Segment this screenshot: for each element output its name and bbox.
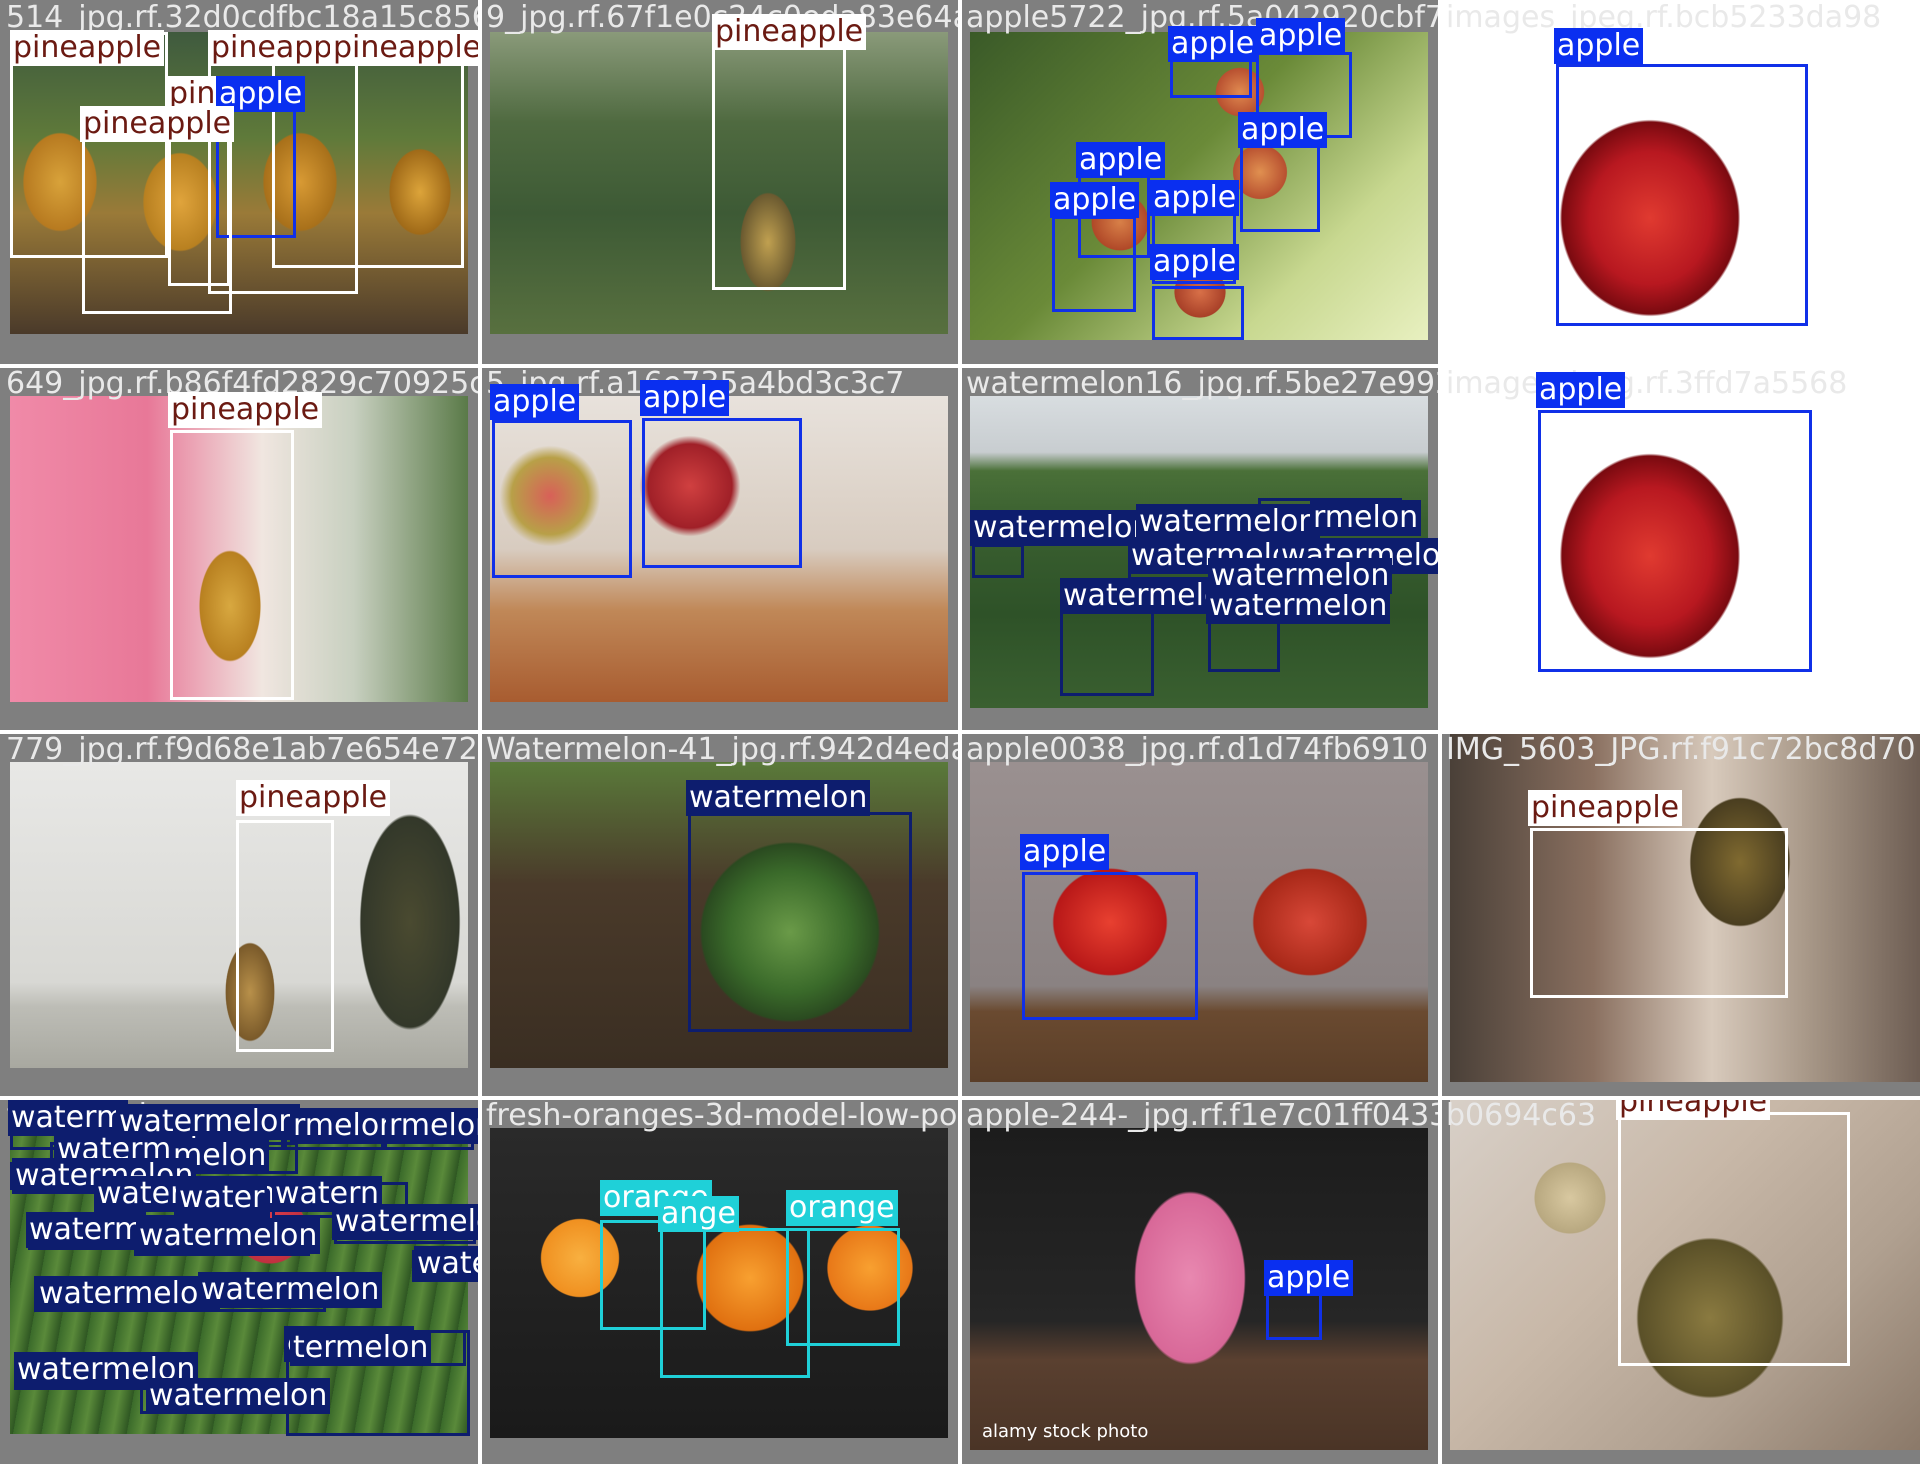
bounding-box-apple	[1022, 872, 1198, 1020]
bounding-box-pineapple	[1618, 1112, 1850, 1366]
detection-label-apple: apple	[1554, 28, 1644, 64]
bounding-box-apple	[642, 418, 802, 568]
detection-label-orange: orange	[786, 1190, 898, 1226]
tile-2: 9_jpg.rf.67f1e0c24c0eda83e64addf67pineap…	[480, 0, 960, 366]
tile-4: images_jpeg.rf.bcb5233da98 apple	[1440, 0, 1920, 366]
detection-label-watermelon: watermelon	[146, 1378, 331, 1414]
detection-label-watermelon: watermelon	[686, 780, 871, 816]
tile-1: 514_jpg.rf.32d0cdfbc18a15c856f65c24d1c7p…	[0, 0, 480, 366]
tile-11: apple0038_jpg.rf.d1d74fb6910apple	[960, 732, 1440, 1098]
detection-label-pineapple: pineapple	[80, 106, 235, 142]
tile-filename: Watermelon-41_jpg.rf.942d4eda	[486, 732, 960, 767]
detection-label-apple: apple	[1264, 1260, 1354, 1296]
detection-label-waterm: waterm	[26, 1212, 147, 1248]
bounding-box-pineapple	[1530, 828, 1788, 998]
detection-label-apple: apple	[1536, 372, 1626, 408]
detection-label-apple: apple	[1076, 142, 1166, 178]
tile-filename: images_jpeg.rf.3ffd7a5568	[1446, 366, 1848, 401]
tile-14: fresh-oranges-3d-model-low-poly orange ang…	[480, 1098, 960, 1464]
detection-label-watermelon: watermelon	[1208, 558, 1393, 594]
detection-label-pineappl: pineappl	[208, 30, 344, 66]
detection-label-water: water	[176, 1180, 268, 1216]
bounding-box-apple	[1152, 286, 1244, 340]
tile-8: images_jpeg.rf.3ffd7a5568 apple	[1440, 366, 1920, 732]
bounding-box-pineapple	[82, 116, 232, 314]
tile-filename: IMG_5603_JPG.rf.f91c72bc8d70	[1446, 732, 1916, 767]
bounding-box-pineapple	[236, 820, 334, 1052]
detection-label-rmelon: rmelon	[290, 1108, 402, 1144]
tile-15: alamy stock photo apple-244-_jpg.rf.f1e7c…	[960, 1098, 1440, 1464]
detection-label-pineapple: pineapple	[168, 392, 323, 428]
tile-filename: apple0038_jpg.rf.d1d74fb6910	[966, 732, 1429, 767]
watermark-text: alamy stock photo	[982, 1421, 1149, 1442]
tile-12: IMG_5603_JPG.rf.f91c72bc8d70 pineapple	[1440, 732, 1920, 1098]
bounding-box-apple	[492, 420, 632, 578]
tile-filename: watermelon16_jpg.rf.5be27e9926	[966, 366, 1440, 401]
bounding-box-pineapple	[272, 32, 464, 268]
detection-label-pineapple: pineapple	[1616, 1098, 1771, 1120]
tile-separator-horizontal	[0, 1096, 1920, 1100]
detection-label-pineapple: pineapple	[236, 780, 391, 816]
bounding-box-watermelon	[688, 812, 912, 1032]
bounding-box-pineapple	[712, 32, 846, 290]
detection-label-apple: apple	[1050, 182, 1140, 218]
detection-label-apple: apple	[1150, 244, 1240, 280]
detection-label-apple: apple	[640, 380, 730, 416]
bounding-box-watermelon	[972, 544, 1024, 578]
bounding-box-apple	[1538, 410, 1812, 672]
detection-label-watermelon: watermelon	[36, 1276, 221, 1312]
detection-label-rmelon: rmelon	[1310, 500, 1422, 536]
bounding-box-pineapple	[170, 430, 294, 700]
tile-filename: images_jpeg.rf.bcb5233da98	[1446, 0, 1882, 35]
detection-label-watermelon: watermelon	[970, 510, 1155, 546]
tile-3: apple5722_jpg.rf.5a042920cbf79 apple apple…	[960, 0, 1440, 366]
tile-filename: fresh-oranges-3d-model-low-poly	[486, 1098, 960, 1133]
bounding-box-orange	[786, 1228, 900, 1346]
tile-separator-horizontal	[0, 364, 1920, 368]
detection-label-watermelon: watermelon	[414, 1246, 480, 1282]
bounding-box-apple	[1266, 1292, 1322, 1340]
detection-label-pineapple: pineapple	[10, 30, 165, 66]
detection-label-apple: apple	[490, 384, 580, 420]
detection-label-watermelon: watermelon	[1136, 504, 1321, 540]
detection-label-ange: ange	[658, 1196, 739, 1232]
tile-filename: b0694c63	[1446, 1098, 1597, 1133]
tile-7: watermelon16_jpg.rf.5be27e9926 watermelon…	[960, 366, 1440, 732]
photo-backpack: alamy stock photo	[970, 1128, 1428, 1450]
tile-10: Watermelon-41_jpg.rf.942d4eda watermelon	[480, 732, 960, 1098]
tile-16: b0694c63 pineapple	[1440, 1098, 1920, 1464]
detection-label-apple: apple	[1168, 26, 1258, 62]
mosaic-grid: 514_jpg.rf.32d0cdfbc18a15c856f65c24d1c7p…	[0, 0, 1920, 1464]
detection-label-rmelon: rmelon	[386, 1108, 480, 1144]
tile-6: 5_jpg.rf.a16e735a4bd3c3c7appleapple	[480, 366, 960, 732]
detection-label-pineapple: pineapple	[330, 30, 480, 66]
tile-9: 779_jpg.rf.f9d68e1ab7e654e72a pineapple	[0, 732, 480, 1098]
detection-label-apple: apple	[1020, 834, 1110, 870]
detection-label-watermelon: watermelon	[136, 1218, 321, 1254]
detection-label-watermelon: watermelon	[332, 1204, 480, 1240]
tile-separator-horizontal	[0, 730, 1920, 734]
tile-filename: 779_jpg.rf.f9d68e1ab7e654e72a	[6, 732, 480, 767]
detection-label-apple: apple	[1238, 112, 1328, 148]
detection-label-apple: apple	[1256, 18, 1346, 54]
tile-5: 649_jpg.rf.b86f4fd2829c70925c7 pineapple	[0, 366, 480, 732]
detection-label-pineapple: pineapple	[712, 14, 867, 50]
tile-filename: apple-244-_jpg.rf.f1e7c01ff0433f50	[966, 1098, 1440, 1133]
detection-label-waterm: waterm	[8, 1100, 129, 1136]
bounding-box-apple	[1556, 64, 1808, 326]
tile-13: watermelonwatermwatermelonrmelonrmelonwa…	[0, 1098, 480, 1464]
detection-label-watermelon: watermelon	[198, 1272, 383, 1308]
detection-label-termelon: termelon	[290, 1330, 432, 1366]
bounding-box-apple	[1052, 216, 1136, 312]
detection-label-apple: apple	[1150, 180, 1240, 216]
detection-label-pineapple: pineapple	[1528, 790, 1683, 826]
